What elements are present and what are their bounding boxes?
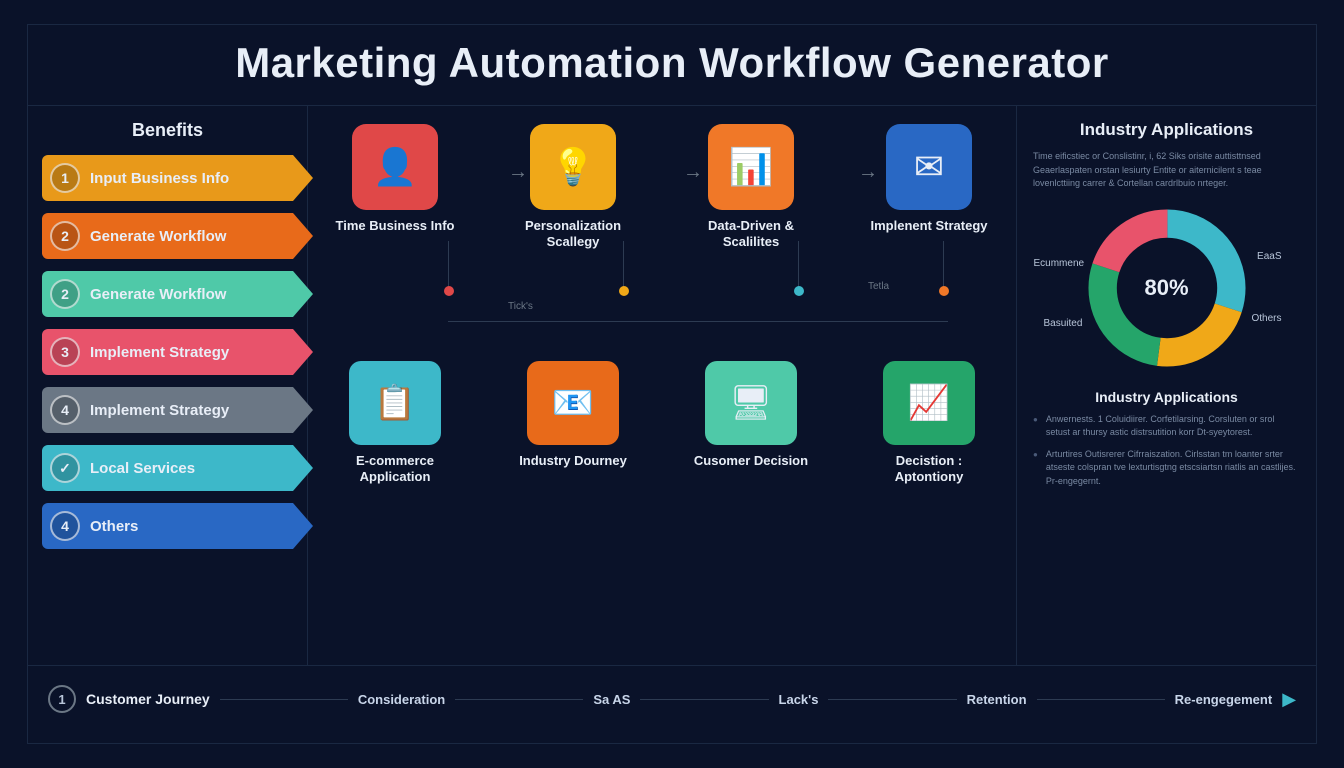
donut-label: Ecummene <box>1034 258 1085 269</box>
donut-label: EaaS <box>1257 251 1281 262</box>
person-document-icon: 👤 <box>352 124 438 210</box>
benefits-heading: Benefits <box>42 120 293 141</box>
timeline-line <box>640 699 768 700</box>
step-badge: 2 <box>50 221 80 251</box>
connector-line <box>798 241 799 291</box>
step-badge: 2 <box>50 279 80 309</box>
connector-hline <box>448 321 948 322</box>
connector-line <box>943 241 944 291</box>
journey-timeline: 1 Customer Journey Consideration Sa AS L… <box>28 666 1316 732</box>
step-label: Input Business Info <box>90 170 229 187</box>
donut-center-value: 80% <box>1082 203 1252 373</box>
step-label: Generate Workflow <box>90 286 226 303</box>
card-label: E-commerce Application <box>330 453 460 486</box>
step-label: Local Services <box>90 460 195 477</box>
step-label: Implement Strategy <box>90 344 229 361</box>
monitor-icon: 🖥 <box>705 361 797 445</box>
journey-item: Lack's <box>779 692 819 707</box>
card-label: Implenent Strategy <box>870 218 987 234</box>
list-icon: 📋 <box>349 361 441 445</box>
chart-icon: 📊 <box>708 124 794 210</box>
journey-item: Re-engegement <box>1175 692 1273 707</box>
timeline-line <box>455 699 583 700</box>
connector-dot <box>619 286 629 296</box>
step-input-business[interactable]: 1 Input Business Info <box>42 155 293 201</box>
bullet-item: Arturtires Outisrerer Cifrraiszation. Ci… <box>1033 448 1300 489</box>
small-label: Tetla <box>868 281 889 292</box>
step-label: Others <box>90 518 138 535</box>
arrow-right-icon: → <box>858 161 878 184</box>
journey-item: Consideration <box>358 692 445 707</box>
card-label: Data-Driven & Scalilites <box>686 218 816 251</box>
lightbulb-icon: 💡 <box>530 124 616 210</box>
step-generate-workflow-2[interactable]: 2 Generate Workflow <box>42 271 293 317</box>
workflow-diagram: 👤 Time Business Info 💡 Personalization Sca… <box>308 106 1016 665</box>
card-implement: ✉ Implenent Strategy <box>864 124 994 251</box>
industry-subheading: Industry Applications <box>1033 389 1300 405</box>
step-implement-strategy[interactable]: 3 Implement Strategy <box>42 329 293 375</box>
industry-donut-chart: 80% Ecummene Basuited EaaS Others <box>1082 203 1252 373</box>
step-badge: ✓ <box>50 453 80 483</box>
card-customer-decision: 🖥 Cusomer Decision <box>686 361 816 486</box>
arrow-right-icon: → <box>508 161 528 184</box>
connector-dot <box>444 286 454 296</box>
small-label: Tick's <box>508 301 533 312</box>
card-label: Cusomer Decision <box>694 453 808 469</box>
step-badge: 4 <box>50 511 80 541</box>
arrow-right-icon: → <box>683 161 703 184</box>
industry-panel: Industry Applications Time eificstiec or… <box>1016 106 1316 665</box>
timeline-line <box>1037 699 1165 700</box>
connector-dot <box>794 286 804 296</box>
card-label: Industry Dourney <box>519 453 627 469</box>
bullet-item: Anwernests. 1 Coluidiirer. Corfetilarsin… <box>1033 413 1300 440</box>
connector-line <box>623 241 624 291</box>
card-ecommerce: 📋 E-commerce Application <box>330 361 460 486</box>
step-badge: 1 <box>50 163 80 193</box>
journey-number: 1 <box>48 685 76 713</box>
industry-blurb: Time eificstiec or Conslistinr, i, 62 Si… <box>1033 150 1300 191</box>
page-title: Marketing Automation Workflow Generator <box>28 25 1316 106</box>
connector-dot <box>939 286 949 296</box>
journey-item: Retention <box>967 692 1027 707</box>
donut-label: Basuited <box>1044 318 1083 329</box>
connector-line <box>448 241 449 291</box>
step-implement-strategy-2[interactable]: 4 Implement Strategy <box>42 387 293 433</box>
timeline-line <box>828 699 956 700</box>
step-badge: 3 <box>50 337 80 367</box>
envelope-icon: ✉ <box>886 124 972 210</box>
step-generate-workflow[interactable]: 2 Generate Workflow <box>42 213 293 259</box>
card-personalization: 💡 Personalization Scallegy <box>508 124 638 251</box>
card-label: Personalization Scallegy <box>508 218 638 251</box>
card-decision-autonomy: 📈 Decistion : Aptontiony <box>864 361 994 486</box>
step-badge: 4 <box>50 395 80 425</box>
card-industry-journey: 📧 Industry Dourney <box>508 361 638 486</box>
growth-icon: 📈 <box>883 361 975 445</box>
card-data-driven: 📊 Data-Driven & Scalilites <box>686 124 816 251</box>
journey-stage: Customer Journey <box>86 691 210 707</box>
donut-label: Others <box>1251 313 1281 324</box>
step-label: Implement Strategy <box>90 402 229 419</box>
step-label: Generate Workflow <box>90 228 226 245</box>
mail-icon: 📧 <box>527 361 619 445</box>
journey-item: Sa AS <box>593 692 630 707</box>
timeline-line <box>220 699 348 700</box>
card-time-business: 👤 Time Business Info <box>330 124 460 251</box>
step-local-services[interactable]: ✓ Local Services <box>42 445 293 491</box>
step-others[interactable]: 4 Others <box>42 503 293 549</box>
card-label: Time Business Info <box>336 218 455 234</box>
play-arrow-icon: ▶ <box>1282 689 1296 710</box>
card-label: Decistion : Aptontiony <box>864 453 994 486</box>
benefits-panel: Benefits 1 Input Business Info 2 Generate … <box>28 106 308 665</box>
industry-heading: Industry Applications <box>1033 120 1300 140</box>
